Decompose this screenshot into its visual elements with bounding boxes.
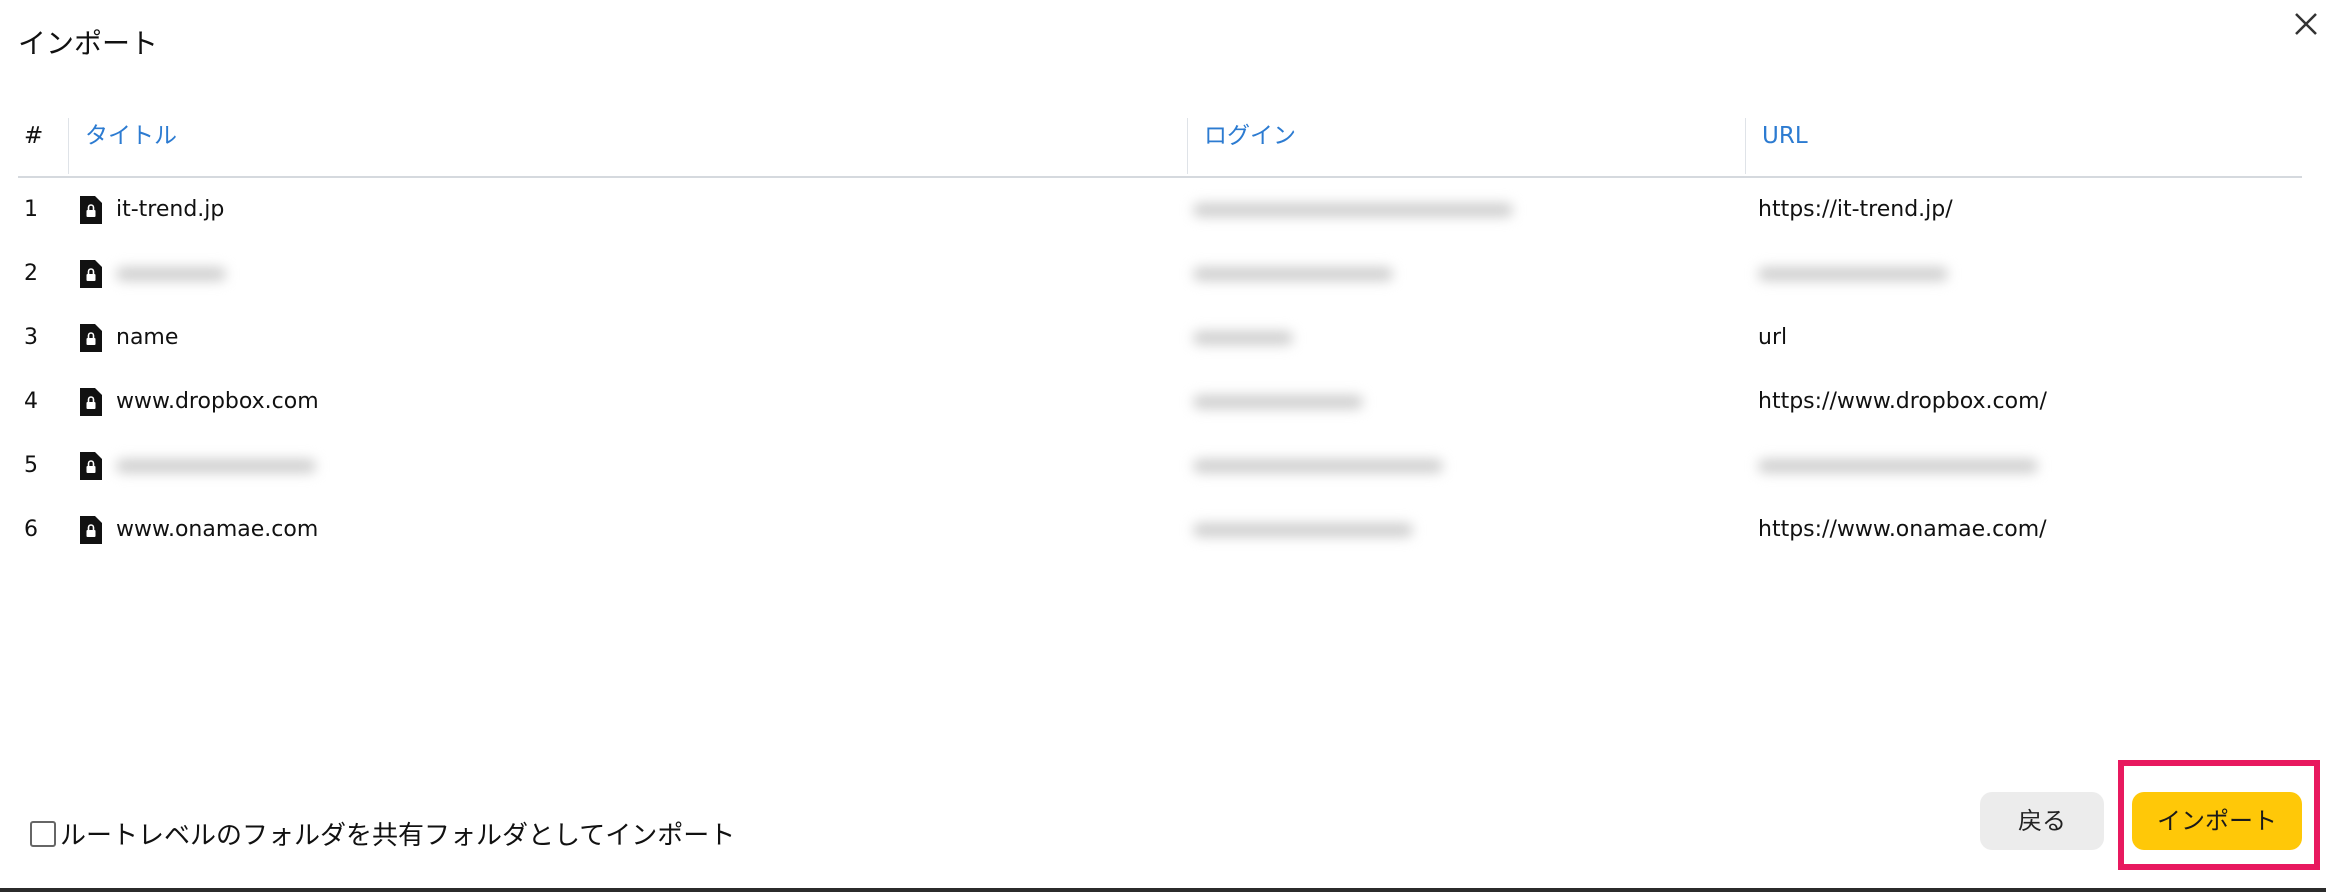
row-login: [1193, 242, 1393, 306]
row-title-cell: name: [80, 306, 178, 370]
row-login: [1193, 178, 1513, 242]
back-button[interactable]: 戻る: [1980, 792, 2104, 850]
row-login: [1193, 434, 1443, 498]
table-row[interactable]: 1 it-trend.jp https://it-trend.jp/: [18, 178, 2302, 242]
close-icon: [2295, 13, 2317, 35]
import-button[interactable]: インポート: [2132, 792, 2302, 850]
row-url: url: [1758, 325, 1788, 350]
dialog-title: インポート: [18, 27, 159, 60]
row-url: https://www.dropbox.com/: [1758, 389, 2047, 414]
row-title-cell: www.dropbox.com: [80, 370, 319, 434]
shared-folder-checkbox-label[interactable]: ルートレベルのフォルダを共有フォルダとしてインポート: [60, 815, 735, 852]
row-title-cell: www.onamae.com: [80, 498, 318, 562]
row-title: name: [116, 325, 179, 350]
row-number: 1: [24, 197, 38, 222]
table-row[interactable]: 4 www.dropbox.com https://www.dropbox.co…: [18, 370, 2302, 434]
shared-folder-checkbox[interactable]: [30, 820, 56, 847]
row-number: 6: [24, 517, 38, 542]
row-number: 4: [24, 389, 38, 414]
import-table: # タイトル ログイン URL 1 it-trend.jp https://it…: [18, 110, 2302, 562]
column-header-title[interactable]: タイトル: [68, 118, 177, 174]
row-url: https://www.onamae.com/: [1758, 517, 2047, 542]
row-title-redacted: [116, 459, 316, 473]
table-header: # タイトル ログイン URL: [18, 110, 2302, 178]
table-row[interactable]: 5: [18, 434, 2302, 498]
locked-file-icon: [80, 260, 102, 288]
locked-file-icon: [80, 452, 102, 480]
row-title-cell: it-trend.jp: [80, 178, 224, 242]
column-header-number: #: [24, 123, 44, 149]
row-url: [1758, 434, 2038, 498]
shared-folder-checkbox-row[interactable]: ルートレベルのフォルダを共有フォルダとしてインポート: [30, 815, 735, 852]
table-row[interactable]: 6 www.onamae.com https://www.onamae.com/: [18, 498, 2302, 562]
row-url: https://it-trend.jp/: [1758, 197, 1953, 222]
row-number: 3: [24, 325, 38, 350]
row-title-cell: [80, 242, 226, 306]
table-row[interactable]: 3 name url: [18, 306, 2302, 370]
row-title: www.dropbox.com: [116, 389, 319, 414]
locked-file-icon: [80, 388, 102, 416]
row-title-cell: [80, 434, 316, 498]
background-strip: [0, 888, 2326, 892]
row-login: [1193, 306, 1293, 370]
table-row[interactable]: 2: [18, 242, 2302, 306]
row-login: [1193, 498, 1413, 562]
column-header-url[interactable]: URL: [1745, 118, 1808, 174]
locked-file-icon: [80, 516, 102, 544]
row-title: it-trend.jp: [116, 197, 225, 222]
row-login: [1193, 370, 1363, 434]
row-number: 2: [24, 261, 38, 286]
row-url: [1758, 242, 1948, 306]
locked-file-icon: [80, 196, 102, 224]
row-number: 5: [24, 453, 38, 478]
row-title: www.onamae.com: [116, 517, 319, 542]
column-header-login[interactable]: ログイン: [1187, 118, 1296, 174]
close-button[interactable]: [2286, 4, 2326, 44]
row-title-redacted: [116, 267, 226, 281]
locked-file-icon: [80, 324, 102, 352]
